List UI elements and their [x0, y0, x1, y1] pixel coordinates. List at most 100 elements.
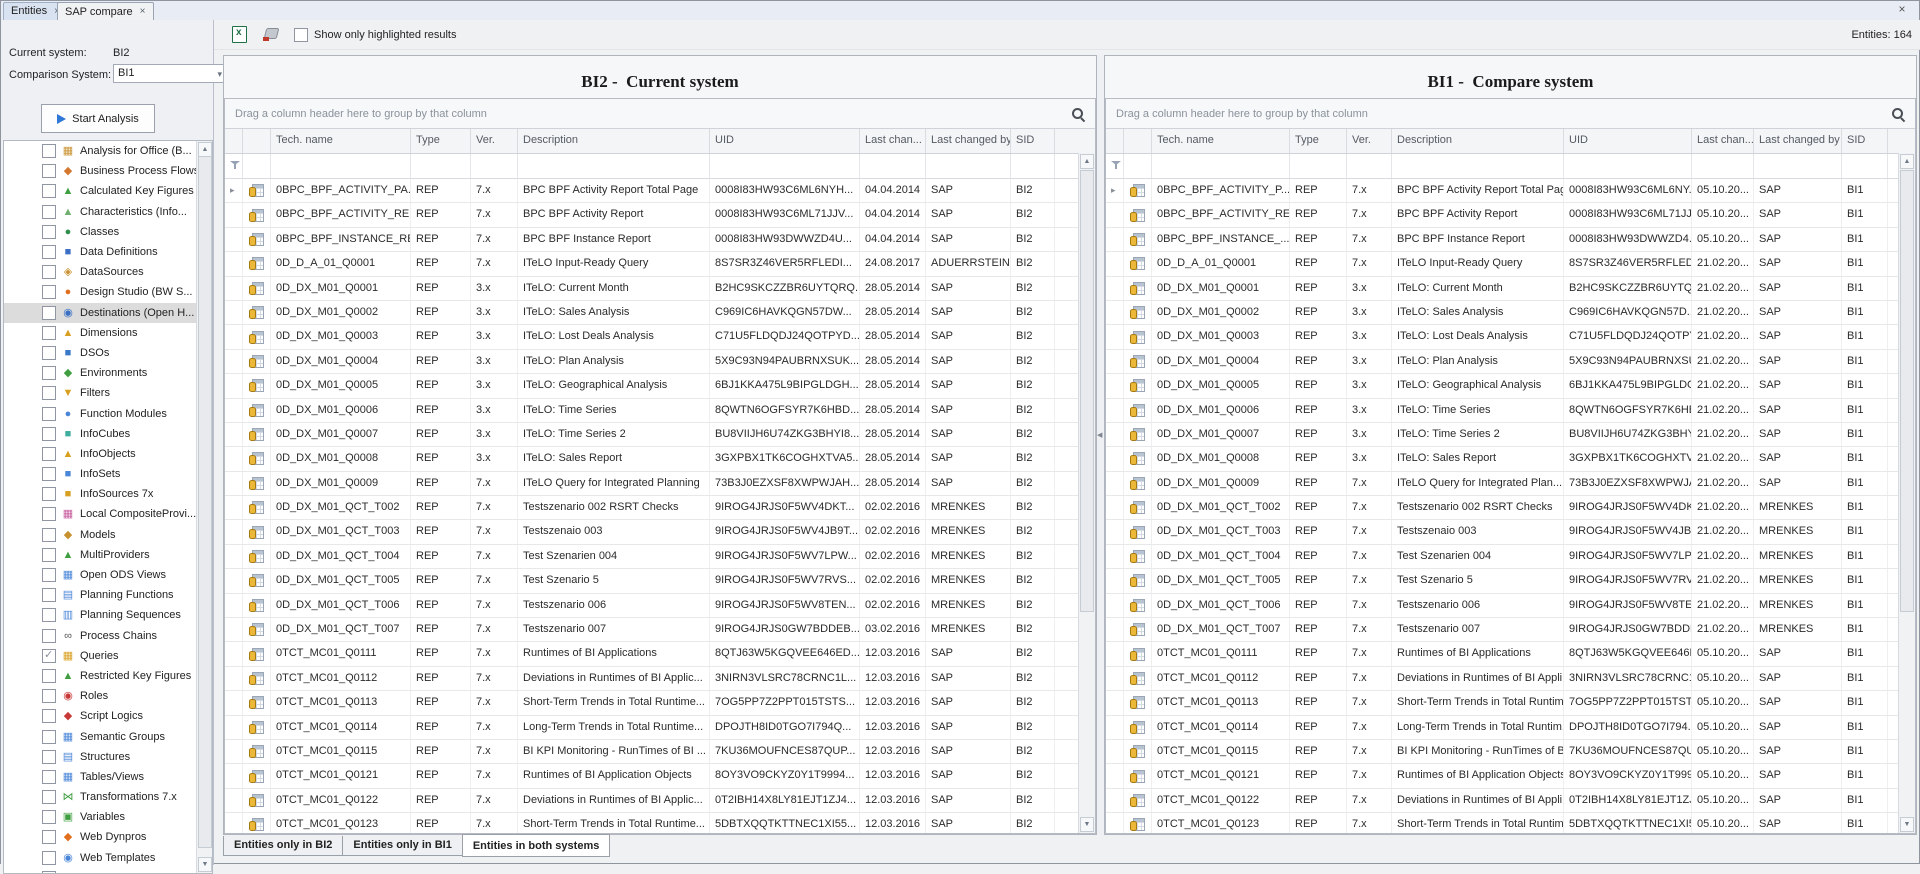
table-row[interactable]: 0TCT_MC01_Q0114REP7.xLong-Term Trends in…: [1106, 716, 1899, 740]
checkbox[interactable]: [42, 144, 56, 158]
sidebar-item-infosources-7x[interactable]: ■InfoSources 7x: [4, 484, 212, 504]
checkbox[interactable]: [42, 830, 56, 844]
scroll-up-icon[interactable]: [1080, 154, 1094, 169]
sidebar-item-destinations[interactable]: ◉Destinations (Open H...: [4, 303, 212, 323]
sidebar-item-semantic-groups[interactable]: ▦Semantic Groups: [4, 726, 212, 746]
table-row[interactable]: 0BPC_BPF_INSTANCE_...REP7.xBPC BPF Insta…: [1106, 228, 1899, 252]
filter-cell[interactable]: [243, 154, 271, 178]
sidebar-item-roles[interactable]: ◉Roles: [4, 686, 212, 706]
checkbox[interactable]: [42, 285, 56, 299]
table-row[interactable]: 0D_DX_M01_QCT_T005REP7.xTest Szenario 59…: [1106, 569, 1899, 593]
checkbox[interactable]: [42, 548, 56, 562]
checkbox[interactable]: [42, 366, 56, 380]
highlight-differences-icon[interactable]: [262, 27, 279, 42]
sidebar-item-design-studio[interactable]: ●Design Studio (BW S...: [4, 282, 212, 302]
sidebar-item-datasources[interactable]: ◈DataSources: [4, 262, 212, 282]
filter-cell-tech-name[interactable]: [1152, 154, 1290, 178]
table-row[interactable]: 0TCT_MC01_Q0112REP7.xDeviations in Runti…: [1106, 667, 1899, 691]
checkbox[interactable]: [42, 164, 56, 178]
column-header-uid[interactable]: UID: [1564, 129, 1692, 153]
sidebar-item-workbooks[interactable]: ▦Workbooks: [4, 868, 212, 874]
table-row[interactable]: 0D_DX_M01_QCT_T005REP7.xTest Szenario 59…: [225, 569, 1079, 593]
sidebar-item-dsos[interactable]: ■DSOs: [4, 343, 212, 363]
column-header-last-changed-by[interactable]: Last changed by: [1754, 129, 1842, 153]
row-focus-icon[interactable]: [1111, 179, 1118, 202]
grid-scrollbar[interactable]: [1898, 153, 1915, 833]
scroll-down-icon[interactable]: [1080, 817, 1094, 832]
table-row[interactable]: 0D_DX_M01_Q0001REP3.xITeLO: Current Mont…: [225, 277, 1079, 301]
table-row[interactable]: 0D_DX_M01_Q0006REP3.xITeLO: Time Series8…: [225, 399, 1079, 423]
checkbox[interactable]: [42, 629, 56, 643]
table-row[interactable]: 0D_DX_M01_Q0002REP3.xITeLO: Sales Analys…: [225, 301, 1079, 325]
table-row[interactable]: 0D_DX_M01_Q0008REP3.xITeLO: Sales Report…: [1106, 447, 1899, 471]
sidebar-item-infoobjects[interactable]: ▲InfoObjects: [4, 444, 212, 464]
table-row[interactable]: 0D_DX_M01_Q0004REP3.xITeLO: Plan Analysi…: [225, 350, 1079, 374]
filter-cell[interactable]: [1124, 154, 1152, 178]
table-row[interactable]: 0BPC_BPF_ACTIVITY_P...REP7.xBPC BPF Acti…: [1106, 179, 1899, 203]
scroll-thumb[interactable]: [1900, 170, 1914, 612]
table-row[interactable]: 0TCT_MC01_Q0115REP7.xBI KPI Monitoring -…: [1106, 740, 1899, 764]
table-row[interactable]: 0D_DX_M01_Q0004REP3.xITeLO: Plan Analysi…: [1106, 350, 1899, 374]
filter-cell-sid[interactable]: [1842, 154, 1888, 178]
column-header-last-changed-by[interactable]: Last changed by: [926, 129, 1011, 153]
sidebar-item-transformations-7x[interactable]: ⋈Transformations 7.x: [4, 787, 212, 807]
sidebar-item-local-compositeproviders[interactable]: ▦Local CompositeProvi...: [4, 504, 212, 524]
checkbox[interactable]: [42, 467, 56, 481]
checkbox[interactable]: [42, 487, 56, 501]
table-row[interactable]: 0TCT_MC01_Q0111REP7.xRuntimes of BI Appl…: [225, 642, 1079, 666]
table-row[interactable]: 0TCT_MC01_Q0113REP7.xShort-Term Trends i…: [1106, 691, 1899, 715]
scroll-down-icon[interactable]: [198, 857, 212, 872]
table-row[interactable]: 0TCT_MC01_Q0121REP7.xRuntimes of BI Appl…: [1106, 764, 1899, 788]
table-row[interactable]: 0D_DX_M01_Q0003REP3.xITeLO: Lost Deals A…: [1106, 325, 1899, 349]
table-row[interactable]: 0D_DX_M01_Q0007REP3.xITeLO: Time Series …: [1106, 423, 1899, 447]
sidebar-item-restricted-key-figures[interactable]: ▲Restricted Key Figures: [4, 666, 212, 686]
tab-entities-only-bi1[interactable]: Entities only in BI1: [342, 836, 462, 856]
filter-cell-version[interactable]: [471, 154, 518, 178]
checkbox[interactable]: [42, 790, 56, 804]
scroll-thumb[interactable]: [1080, 170, 1094, 612]
table-row[interactable]: 0D_DX_M01_Q0008REP3.xITeLO: Sales Report…: [225, 447, 1079, 471]
filter-cell-uid[interactable]: [1564, 154, 1692, 178]
filter-cell-last-changed-by[interactable]: [926, 154, 1011, 178]
scroll-thumb[interactable]: [198, 156, 212, 848]
table-row[interactable]: 0D_DX_M01_Q0005REP3.xITeLO: Geographical…: [1106, 374, 1899, 398]
table-row[interactable]: 0D_D_A_01_Q0001REP7.xITeLO Input-Ready Q…: [225, 252, 1079, 276]
row-focus-icon[interactable]: [230, 179, 237, 202]
tree-scrollbar[interactable]: [196, 141, 212, 873]
sidebar-item-function-modules[interactable]: ●Function Modules: [4, 403, 212, 423]
table-row[interactable]: 0BPC_BPF_ACTIVITY_PA...REP7.xBPC BPF Act…: [225, 179, 1079, 203]
column-header-version[interactable]: Ver.: [1347, 129, 1392, 153]
show-only-highlighted-checkbox[interactable]: [294, 28, 308, 42]
filter-cell-description[interactable]: [518, 154, 710, 178]
table-row[interactable]: 0D_DX_M01_QCT_T002REP7.xTestszenario 002…: [1106, 496, 1899, 520]
table-row[interactable]: 0D_DX_M01_QCT_T006REP7.xTestszenario 006…: [225, 594, 1079, 618]
checkbox[interactable]: [42, 689, 56, 703]
sidebar-item-filters[interactable]: ▼Filters: [4, 383, 212, 403]
scroll-up-icon[interactable]: [1900, 154, 1914, 169]
table-row[interactable]: 0TCT_MC01_Q0121REP7.xRuntimes of BI Appl…: [225, 764, 1079, 788]
filter-cell-description[interactable]: [1392, 154, 1564, 178]
table-row[interactable]: 0D_DX_M01_Q0009REP7.xITeLO Query for Int…: [1106, 472, 1899, 496]
column-header-last-changed[interactable]: Last chan...: [1692, 129, 1754, 153]
start-analysis-button[interactable]: Start Analysis: [41, 104, 155, 133]
checkbox[interactable]: [42, 608, 56, 622]
table-row[interactable]: 0TCT_MC01_Q0122REP7.xDeviations in Runti…: [1106, 789, 1899, 813]
column-header-description[interactable]: Description: [1392, 129, 1564, 153]
tab-entities-only-bi2[interactable]: Entities only in BI2: [223, 836, 343, 856]
sidebar-item-planning-sequences[interactable]: ▥Planning Sequences: [4, 605, 212, 625]
checkbox[interactable]: [42, 205, 56, 219]
table-row[interactable]: 0BPC_BPF_INSTANCE_REPREP7.xBPC BPF Insta…: [225, 228, 1079, 252]
checkbox[interactable]: [42, 225, 56, 239]
column-header-sid[interactable]: SID: [1011, 129, 1055, 153]
table-row[interactable]: 0TCT_MC01_Q0114REP7.xLong-Term Trends in…: [225, 716, 1079, 740]
filter-cell-tech-name[interactable]: [271, 154, 411, 178]
table-row[interactable]: 0D_DX_M01_Q0003REP3.xITeLO: Lost Deals A…: [225, 325, 1079, 349]
export-excel-icon[interactable]: [232, 26, 247, 43]
checkbox[interactable]: [42, 709, 56, 723]
column-header-tech-name[interactable]: Tech. name: [271, 129, 411, 153]
sidebar-item-analysis-for-office[interactable]: ▦Analysis for Office (B...: [4, 141, 212, 161]
checkbox[interactable]: [42, 528, 56, 542]
sidebar-item-classes[interactable]: ●Classes: [4, 222, 212, 242]
table-row[interactable]: 0TCT_MC01_Q0123REP7.xShort-Term Trends i…: [1106, 813, 1899, 834]
checkbox[interactable]: [42, 730, 56, 744]
